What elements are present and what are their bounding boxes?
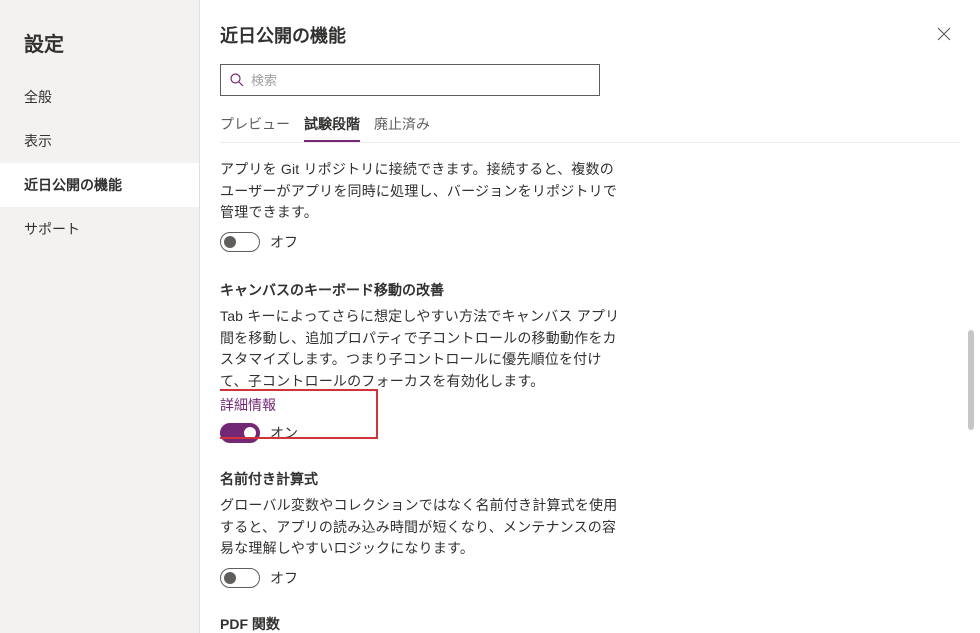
feature-title: 名前付き計算式 [220,469,624,489]
sidebar-item-support[interactable]: サポート [0,207,199,251]
sidebar-item-general[interactable]: 全般 [0,75,199,119]
close-button[interactable] [928,18,960,50]
toggle-label: オン [270,423,298,443]
feature-desc: アプリを Git リポジトリに接続できます。接続すると、複数のユーザーがアプリを… [220,159,624,224]
settings-sidebar: 設定 全般 表示 近日公開の機能 サポート [0,0,200,633]
tab-experimental[interactable]: 試験段階 [304,110,360,142]
page-title: 近日公開の機能 [220,22,928,48]
feature-title-cutoff [220,143,624,153]
feature-named-formulas: 名前付き計算式 グローバル変数やコレクションではなく名前付き計算式を使用すると、… [220,451,624,596]
toggle-label: オフ [270,232,298,252]
tab-preview[interactable]: プレビュー [220,110,290,142]
feature-title: PDF 関数 [220,614,624,633]
feature-keyboard-nav: キャンバスのキーボード移動の改善 Tab キーによってさらに想定しやすい方法でキ… [220,260,624,451]
feature-pdf: PDF 関数 [220,596,624,633]
feature-desc: グローバル変数やコレクションではなく名前付き計算式を使用すると、アプリの読み込み… [220,495,624,560]
feature-git: アプリを Git リポジトリに接続できます。接続すると、複数のユーザーがアプリを… [220,147,624,260]
toggle-git[interactable] [220,232,260,252]
sidebar-item-upcoming-features[interactable]: 近日公開の機能 [0,163,199,207]
features-scroll-area[interactable]: アプリを Git リポジトリに接続できます。接続すると、複数のユーザーがアプリを… [220,143,630,633]
toggle-keyboard-nav[interactable] [220,423,260,443]
tab-retired[interactable]: 廃止済み [374,110,430,142]
scrollbar-thumb[interactable] [968,330,974,430]
sidebar-title: 設定 [0,18,199,75]
toggle-label: オフ [270,568,298,588]
close-icon [937,27,951,41]
main-panel: 近日公開の機能 プレビュー 試験段階 廃止済み アプリを Git リポジトリに接… [200,0,980,633]
feature-desc: Tab キーによってさらに想定しやすい方法でキャンバス アプリ間を移動し、追加プ… [220,306,624,393]
feature-more-info-link[interactable]: 詳細情報 [220,395,276,415]
tabs: プレビュー 試験段階 廃止済み [200,96,980,142]
search-icon [229,72,245,88]
search-input[interactable] [251,73,591,88]
feature-title: キャンバスのキーボード移動の改善 [220,280,624,300]
toggle-named-formulas[interactable] [220,568,260,588]
sidebar-item-display[interactable]: 表示 [0,119,199,163]
search-box[interactable] [220,64,600,96]
